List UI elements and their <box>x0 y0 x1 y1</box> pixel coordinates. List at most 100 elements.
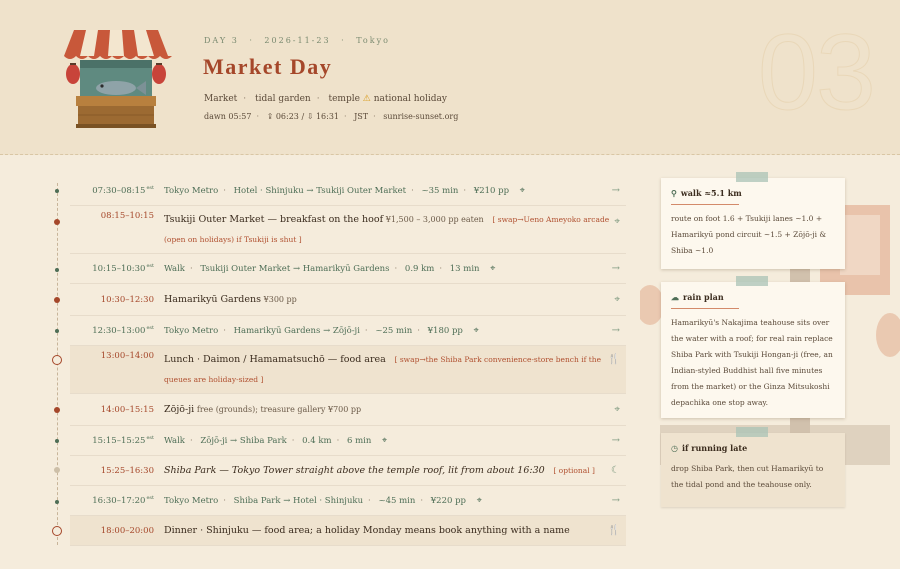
rain-body: Hamarikyū's Nakajima teahouse sits over … <box>671 318 833 407</box>
tag-market: Market <box>204 94 238 104</box>
day-meta: DAY 3 · 2026-11-23 · Tokyo <box>204 36 390 45</box>
tag-tidal-garden: tidal garden <box>255 94 311 104</box>
sunset-icon: ⇩ <box>306 112 314 121</box>
meal-title: Dinner · Shinjuku — food area; a holiday… <box>164 524 570 536</box>
tag-holiday: national holiday <box>373 94 447 104</box>
timeline-dot-visit <box>54 219 60 225</box>
timeline-row-meal[interactable]: 18:00–20:00 Dinner · Shinjuku — food are… <box>70 516 626 546</box>
visit-detail: ¥300 pp <box>263 294 297 304</box>
meal-title: Lunch · Daimon / Hamamatsuchō — food are… <box>164 353 386 365</box>
arrow-right-icon[interactable]: → <box>612 495 620 506</box>
timeline-row-visit[interactable]: 08:15–10:15 Tsukiji Outer Market — break… <box>70 206 626 254</box>
day-label: DAY 3 <box>204 36 239 45</box>
running-late-note: ◷ if running late drop Shiba Park, then c… <box>661 427 845 507</box>
transit-duration: ~35 min <box>421 185 459 196</box>
transit-route: Tsukiji Outer Market → Hamarikyū Gardens <box>200 263 390 274</box>
timeline-row-meal[interactable]: 13:00–14:00 Lunch · Daimon / Hamamatsuch… <box>70 346 626 394</box>
transit-route: Shiba Park → Hotel · Shinjuku <box>233 495 364 506</box>
map-pin-icon[interactable]: ⌖ <box>382 431 387 451</box>
page-title: Market Day <box>203 54 333 79</box>
transit-route: Hamarikyū Gardens → Zōjō-ji <box>233 325 360 336</box>
timeline-dot-meal <box>52 355 62 365</box>
arrow-right-icon[interactable]: → <box>612 185 620 196</box>
transit-mode: Tokyo Metro <box>164 325 219 336</box>
late-body: drop Shiba Park, then cut Hamarikyū to t… <box>671 464 824 489</box>
row-time: 18:00–20:00 <box>100 525 154 536</box>
optional-tag: [ optional ] <box>553 465 595 475</box>
timeline-row-visit[interactable]: 14:00–15:15 Zōjō-ji free (grounds); trea… <box>70 394 626 426</box>
dawn-time: dawn 05:57 <box>204 112 252 121</box>
walk-title: walk ≈5.1 km <box>680 188 742 198</box>
sunrise-time: 06:23 <box>275 112 299 121</box>
arrow-right-icon[interactable]: → <box>612 263 620 274</box>
row-time: 15:15–15:25 <box>92 436 146 446</box>
timeline-row-optional[interactable]: 15:25–16:30 Shiba Park — Tokyo Tower str… <box>70 456 626 486</box>
sun-source-link[interactable]: sunrise-sunset.org <box>383 112 458 121</box>
arrow-right-icon[interactable]: → <box>612 435 620 446</box>
row-time: 14:00–15:15 <box>100 404 154 415</box>
timeline-dot-transit <box>55 189 59 193</box>
rain-plan-note: ☁ rain plan Hamarikyū's Nakajima teahouse… <box>661 276 845 418</box>
transit-route: Zōjō-ji → Shiba Park <box>200 435 287 446</box>
timeline-row-visit[interactable]: 10:30–12:30 Hamarikyū Gardens ¥300 pp ⌖ <box>70 284 626 316</box>
timeline-row-transit[interactable]: 10:15–10:30est Walk · Tsukiji Outer Marke… <box>70 254 626 284</box>
arrow-right-icon[interactable]: → <box>612 325 620 336</box>
timeline-dot-transit <box>55 268 59 272</box>
timezone: JST <box>354 112 369 121</box>
transit-mode: Tokyo Metro <box>164 185 219 196</box>
day-number-watermark: 03 <box>757 11 876 132</box>
timeline-dot-meal <box>52 526 62 536</box>
map-pin-icon[interactable]: ⌖ <box>614 404 620 415</box>
map-pin-icon[interactable]: ⌖ <box>614 216 620 227</box>
visit-title: Tsukiji Outer Market — breakfast on the … <box>164 213 384 225</box>
sunrise-icon: ⇪ <box>266 112 274 121</box>
map-pin-icon[interactable]: ⌖ <box>614 294 620 305</box>
walk-body: route on foot 1.6 + Tsukiji lanes ~1.0 +… <box>671 214 827 255</box>
map-pin-icon[interactable]: ⌖ <box>490 259 495 279</box>
row-time: 10:15–10:30 <box>92 264 146 274</box>
transit-mode: Tokyo Metro <box>164 495 219 506</box>
late-title: if running late <box>681 443 748 453</box>
row-time: 07:30–08:15 <box>92 186 146 196</box>
map-pin-icon[interactable]: ⌖ <box>474 321 479 341</box>
row-time: 16:30–17:20 <box>92 496 146 506</box>
rain-title: rain plan <box>683 292 724 302</box>
visit-title: Hamarikyū Gardens <box>164 293 261 305</box>
timeline-row-transit[interactable]: 12:30–13:00est Tokyo Metro · Hamarikyū Ga… <box>70 316 626 346</box>
row-time: 15:25–16:30 <box>100 465 154 476</box>
transit-distance: 0.4 km <box>302 435 332 446</box>
visit-detail: ¥1,500 – 3,000 pp eaten <box>385 214 484 224</box>
transit-route: Hotel · Shinjuku → Tsukiji Outer Market <box>233 185 407 196</box>
footprints-icon: ⚲ <box>671 188 677 198</box>
utensils-icon[interactable]: 🍴 <box>608 525 620 536</box>
timeline-row-transit[interactable]: 16:30–17:20est Tokyo Metro · Shiba Park →… <box>70 486 626 516</box>
timeline-dot-transit <box>55 439 59 443</box>
timeline-row-transit[interactable]: 15:15–15:25est Walk · Zōjō-ji → Shiba Par… <box>70 426 626 456</box>
transit-mode: Walk <box>164 263 185 274</box>
transit-cost: ¥220 pp <box>430 495 466 506</box>
transit-distance: 0.9 km <box>404 263 435 274</box>
row-time: 10:30–12:30 <box>100 294 154 305</box>
warning-icon: ⚠ <box>362 94 371 104</box>
transit-duration: 6 min <box>346 435 372 446</box>
transit-duration: ~45 min <box>378 495 416 506</box>
sunset-time: 16:31 <box>315 112 339 121</box>
tape-strip <box>736 427 768 437</box>
transit-cost: ¥210 pp <box>473 185 510 196</box>
transit-cost: ¥180 pp <box>427 325 463 336</box>
transit-duration: 13 min <box>449 263 480 274</box>
visit-detail: free (grounds); treasure gallery ¥700 pp <box>196 404 362 414</box>
transit-duration: ~25 min <box>375 325 413 336</box>
map-pin-icon[interactable]: ⌖ <box>477 491 482 511</box>
row-time: 13:00–14:00 <box>100 351 154 361</box>
moon-icon[interactable]: ☾ <box>611 465 620 476</box>
utensils-icon[interactable]: 🍴 <box>608 354 620 365</box>
timeline-dot-visit <box>54 407 60 413</box>
map-pin-icon[interactable]: ⌖ <box>520 181 525 201</box>
day-date: 2026-11-23 <box>264 36 331 45</box>
day-header: DAY 3 · 2026-11-23 · Tokyo Market Day Ma… <box>0 0 900 155</box>
market-stall-illustration <box>64 30 172 128</box>
tape-strip <box>736 172 768 182</box>
day-city: Tokyo <box>356 36 390 45</box>
timeline-row-transit[interactable]: 07:30–08:15est Tokyo Metro · Hotel · Shin… <box>70 176 626 206</box>
